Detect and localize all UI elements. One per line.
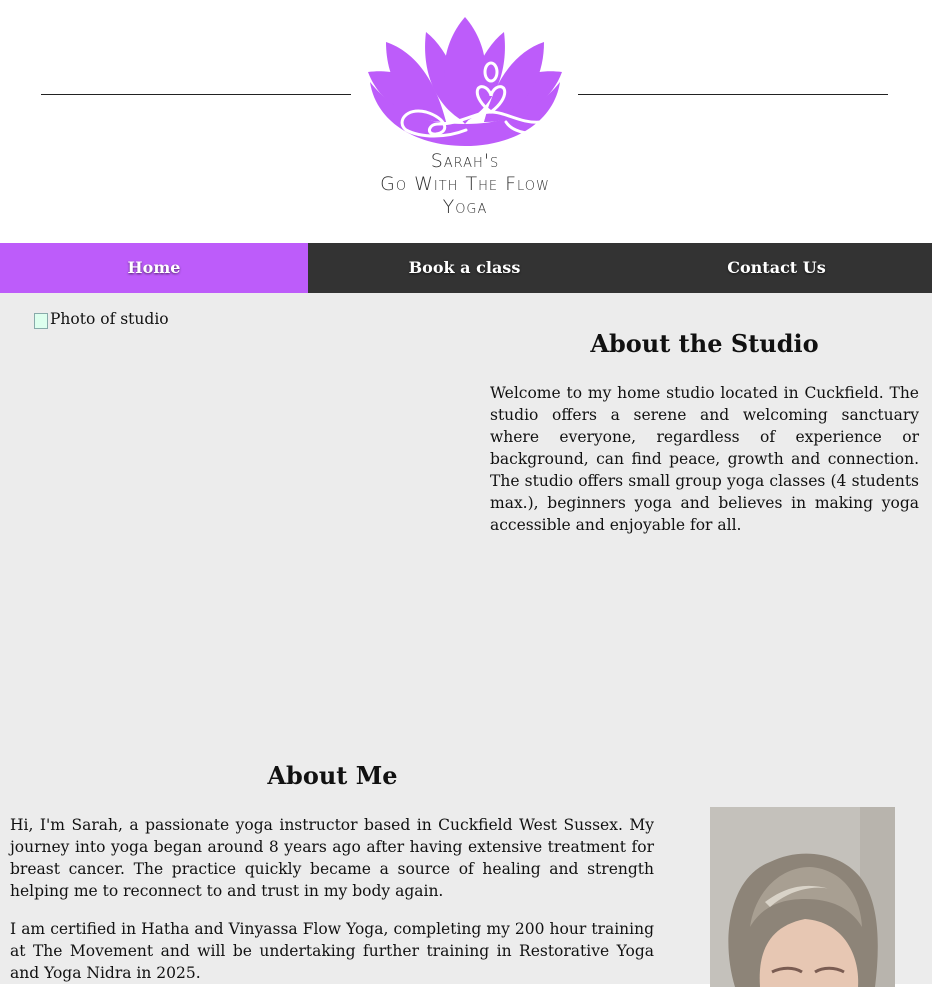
studio-photo-alt-text: Photo of studio [50, 310, 169, 328]
logo-text-line1: Sarah's [430, 150, 500, 172]
main-content: Photo of studio About the Studio Welcome… [0, 293, 932, 987]
portrait-image [710, 807, 895, 987]
logo-text-line2: Go With The Flow [380, 173, 550, 195]
about-studio-text: Welcome to my home studio located in Cuc… [490, 384, 919, 534]
about-me-heading: About Me [267, 761, 398, 790]
nav-contact-us[interactable]: Contact Us [621, 243, 932, 293]
main-nav: Home Book a class Contact Us [0, 243, 932, 293]
site-header: Sarah's Go With The Flow Yoga [0, 0, 932, 243]
studio-photo: Photo of studio [34, 310, 169, 329]
header-divider-right [578, 94, 888, 95]
header-divider-left [41, 94, 351, 95]
lotus-logo-icon [368, 17, 562, 146]
about-me-paragraph-1: Hi, I'm Sarah, a passionate yoga instruc… [10, 816, 654, 900]
about-me-paragraph-2: I am certified in Hatha and Vinyassa Flo… [10, 920, 654, 982]
about-studio-heading: About the Studio [590, 329, 819, 358]
site-logo[interactable]: Sarah's Go With The Flow Yoga [350, 12, 580, 232]
nav-home[interactable]: Home [0, 243, 308, 293]
sarah-portrait-photo [710, 807, 895, 987]
broken-image-icon [34, 313, 48, 329]
logo-text-line3: Yoga [442, 196, 488, 218]
nav-book-a-class[interactable]: Book a class [308, 243, 621, 293]
